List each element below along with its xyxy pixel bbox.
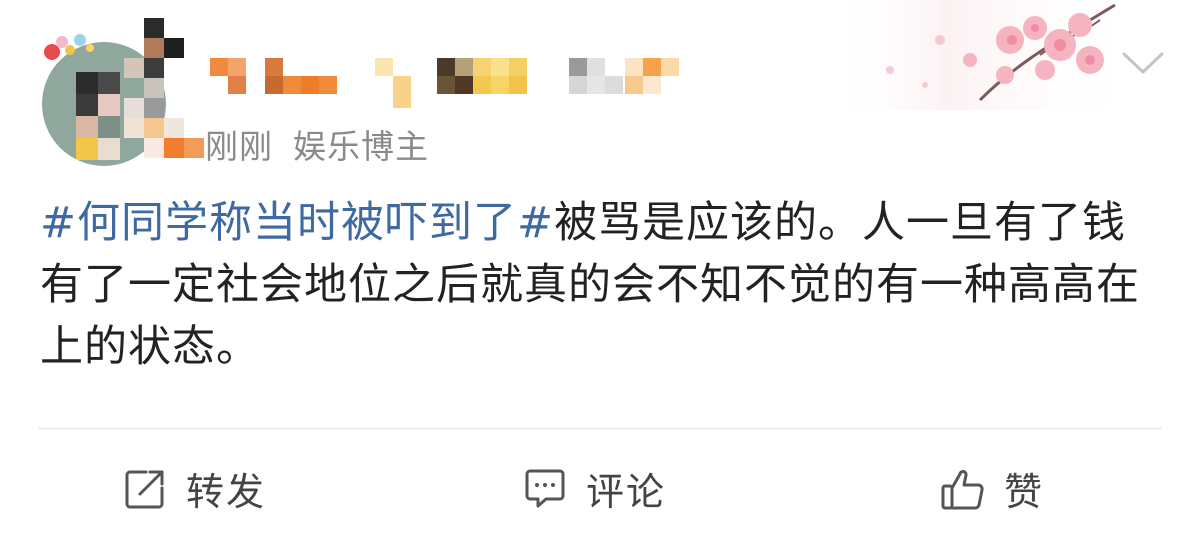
- cherry-blossom-decoration: [830, 0, 1120, 110]
- chevron-down-icon[interactable]: [1118, 42, 1168, 82]
- author-badge: 娱乐博主: [293, 127, 429, 166]
- repost-icon: [125, 470, 164, 508]
- like-label: 赞: [1004, 470, 1045, 514]
- avatar-pixelated-overlay: [114, 18, 214, 168]
- post-time: 刚刚: [205, 127, 273, 166]
- comment-label: 评论: [586, 470, 667, 514]
- repost-button[interactable]: 转发: [122, 440, 266, 537]
- username-pixelated[interactable]: [207, 52, 727, 112]
- post-content: #何同学称当时被吓到了#被骂是应该的。人一旦有了钱有了一定社会地位之后就真的会不…: [40, 192, 1160, 378]
- repost-label: 转发: [186, 470, 267, 514]
- action-bar: 转发 评论 赞: [0, 440, 1200, 537]
- post-header: 刚刚 娱乐博主: [0, 0, 1200, 180]
- post-meta: 刚刚 娱乐博主: [205, 120, 429, 168]
- thumbs-up-icon: [941, 469, 984, 509]
- hashtag-link[interactable]: #何同学称当时被吓到了#: [40, 198, 554, 248]
- comment-button[interactable]: 评论: [522, 440, 666, 537]
- avatar-flower-decoration: [44, 34, 94, 60]
- comment-icon: [525, 469, 565, 507]
- avatar[interactable]: [40, 18, 204, 168]
- like-button[interactable]: 赞: [940, 440, 1044, 537]
- divider: [38, 428, 1162, 429]
